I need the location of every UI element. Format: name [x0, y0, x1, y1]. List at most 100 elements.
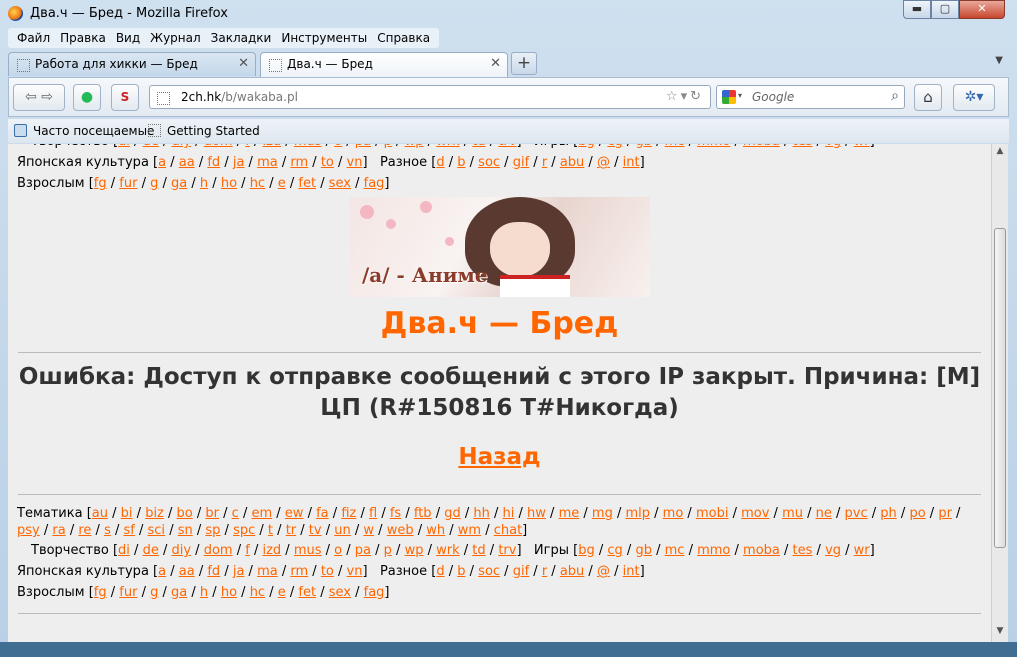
board-link[interactable]: bg — [578, 543, 595, 558]
board-link[interactable]: de — [143, 543, 159, 558]
bookmark-most-visited[interactable]: Часто посещаемые — [14, 124, 154, 138]
vertical-scrollbar[interactable]: ▲ ▼ — [991, 144, 1008, 642]
board-link[interactable]: wr — [854, 543, 870, 558]
board-link[interactable]: h — [200, 585, 208, 600]
board-link[interactable]: mobi — [696, 506, 728, 521]
board-link[interactable]: hw — [527, 506, 546, 521]
menu-edit[interactable]: Правка — [55, 28, 111, 48]
board-link[interactable]: me — [559, 506, 580, 521]
board-link[interactable]: ph — [880, 506, 897, 521]
board-link[interactable]: vg — [825, 144, 841, 149]
scroll-up-icon[interactable]: ▲ — [992, 146, 1008, 160]
board-link[interactable]: pa — [355, 543, 371, 558]
board-link[interactable]: p — [384, 543, 392, 558]
board-link[interactable]: diy — [171, 144, 191, 149]
board-link[interactable]: vn — [347, 564, 363, 579]
board-link[interactable]: tr — [286, 523, 296, 538]
board-link[interactable]: mu — [782, 506, 803, 521]
board-link[interactable]: bo — [177, 506, 193, 521]
board-link[interactable]: tv — [309, 523, 322, 538]
board-link[interactable]: d — [436, 155, 444, 170]
reload-icon[interactable]: ↻ — [690, 89, 704, 104]
board-link[interactable]: ne — [816, 506, 832, 521]
maximize-button[interactable]: ▢ — [931, 0, 959, 19]
board-link[interactable]: wr — [854, 144, 870, 149]
board-link[interactable]: pr — [938, 506, 952, 521]
board-link[interactable]: hc — [250, 176, 265, 191]
board-link[interactable]: int — [623, 155, 640, 170]
board-link[interactable]: po — [909, 506, 925, 521]
board-link[interactable]: moba — [743, 144, 780, 149]
board-link[interactable]: wp — [405, 144, 424, 149]
board-link[interactable]: sp — [205, 523, 220, 538]
board-link[interactable]: ho — [221, 585, 237, 600]
board-link[interactable]: rm — [290, 155, 308, 170]
board-link[interactable]: fl — [369, 506, 377, 521]
board-link[interactable]: wm — [458, 523, 481, 538]
board-link[interactable]: mlp — [625, 506, 650, 521]
board-link[interactable]: spc — [233, 523, 255, 538]
board-link[interactable]: d — [436, 564, 444, 579]
search-box[interactable]: ▾ Google ⌕ — [716, 85, 905, 109]
menu-help[interactable]: Справка — [372, 28, 435, 48]
board-link[interactable]: pa — [355, 144, 371, 149]
board-link[interactable]: ja — [233, 155, 245, 170]
board-link[interactable]: izd — [262, 144, 281, 149]
board-link[interactable]: mc — [665, 543, 685, 558]
board-link[interactable]: ma — [257, 564, 278, 579]
board-link[interactable]: aa — [179, 564, 195, 579]
menu-bookmarks[interactable]: Закладки — [206, 28, 277, 48]
board-link[interactable]: int — [623, 564, 640, 579]
tab-hikki-work[interactable]: Работа для хикки — Бред ✕ — [8, 52, 256, 76]
home-button[interactable]: ⌂ — [914, 84, 942, 111]
board-link[interactable]: sn — [178, 523, 193, 538]
board-link[interactable]: moba — [743, 543, 780, 558]
board-link[interactable]: mus — [294, 144, 322, 149]
board-link[interactable]: chat — [494, 523, 522, 538]
board-link[interactable]: b — [457, 155, 465, 170]
board-link[interactable]: wp — [405, 543, 424, 558]
board-link[interactable]: dom — [204, 144, 233, 149]
board-link[interactable]: wrk — [436, 543, 460, 558]
tab-close-icon[interactable]: ✕ — [238, 56, 249, 71]
minimize-button[interactable]: ▬ — [903, 0, 931, 19]
board-link[interactable]: mg — [592, 506, 613, 521]
new-tab-button[interactable]: + — [511, 52, 537, 75]
board-link[interactable]: p — [384, 144, 392, 149]
board-link[interactable]: gd — [444, 506, 461, 521]
board-link[interactable]: mov — [741, 506, 769, 521]
site-identity-icon[interactable] — [157, 92, 170, 105]
board-link[interactable]: ga — [171, 585, 187, 600]
board-link[interactable]: c — [232, 506, 239, 521]
board-link[interactable]: ho — [221, 176, 237, 191]
bookmark-star-icon[interactable]: ☆ — [666, 89, 681, 104]
board-link[interactable]: a — [158, 155, 166, 170]
back-link[interactable]: Назад — [458, 444, 540, 470]
tab-close-icon[interactable]: ✕ — [490, 56, 501, 71]
board-link[interactable]: diy — [171, 543, 191, 558]
board-link[interactable]: wrk — [436, 144, 460, 149]
board-link[interactable]: fg — [94, 176, 107, 191]
board-link[interactable]: o — [334, 144, 342, 149]
board-link[interactable]: s — [104, 523, 111, 538]
back-forward-button[interactable]: ⇦ ⇨ — [13, 84, 65, 111]
board-link[interactable]: sf — [124, 523, 135, 538]
board-link[interactable]: fur — [119, 176, 137, 191]
board-link[interactable]: ew — [285, 506, 304, 521]
addon-menu-button[interactable]: ✲▾ — [953, 84, 995, 111]
board-link[interactable]: abu — [560, 155, 584, 170]
board-link[interactable]: hc — [250, 585, 265, 600]
board-link[interactable]: trv — [498, 543, 516, 558]
tab-dvach-bred[interactable]: Два.ч — Бред ✕ — [260, 52, 508, 77]
board-link[interactable]: ftb — [414, 506, 432, 521]
board-link[interactable]: web — [387, 523, 414, 538]
board-link[interactable]: fiz — [341, 506, 356, 521]
search-icon[interactable]: ⌕ — [891, 88, 899, 104]
board-link[interactable]: fd — [207, 155, 220, 170]
board-link[interactable]: fs — [390, 506, 401, 521]
board-link[interactable]: pvc — [845, 506, 868, 521]
board-link[interactable]: wh — [426, 523, 445, 538]
board-link[interactable]: td — [472, 543, 485, 558]
board-link[interactable]: sex — [329, 176, 351, 191]
back-arrow-icon[interactable]: ⇦ — [25, 89, 37, 105]
